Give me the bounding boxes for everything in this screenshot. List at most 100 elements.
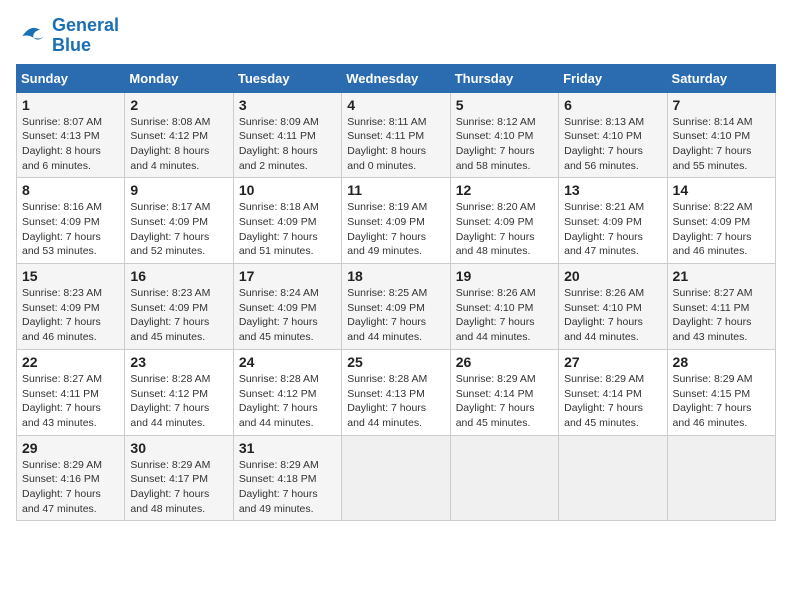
calendar-cell: 5 Sunrise: 8:12 AMSunset: 4:10 PMDayligh… bbox=[450, 92, 558, 178]
day-info: Sunrise: 8:28 AMSunset: 4:12 PMDaylight:… bbox=[239, 373, 319, 429]
calendar-cell: 22 Sunrise: 8:27 AMSunset: 4:11 PMDaylig… bbox=[17, 349, 125, 435]
calendar-cell: 14 Sunrise: 8:22 AMSunset: 4:09 PMDaylig… bbox=[667, 178, 775, 264]
weekday-header-row: SundayMondayTuesdayWednesdayThursdayFrid… bbox=[17, 64, 776, 92]
calendar-cell: 8 Sunrise: 8:16 AMSunset: 4:09 PMDayligh… bbox=[17, 178, 125, 264]
calendar-cell: 15 Sunrise: 8:23 AMSunset: 4:09 PMDaylig… bbox=[17, 264, 125, 350]
calendar-cell: 4 Sunrise: 8:11 AMSunset: 4:11 PMDayligh… bbox=[342, 92, 450, 178]
day-info: Sunrise: 8:21 AMSunset: 4:09 PMDaylight:… bbox=[564, 201, 644, 257]
day-number: 27 bbox=[564, 354, 661, 370]
calendar-cell: 2 Sunrise: 8:08 AMSunset: 4:12 PMDayligh… bbox=[125, 92, 233, 178]
calendar-cell: 17 Sunrise: 8:24 AMSunset: 4:09 PMDaylig… bbox=[233, 264, 341, 350]
day-info: Sunrise: 8:07 AMSunset: 4:13 PMDaylight:… bbox=[22, 116, 102, 172]
day-number: 24 bbox=[239, 354, 336, 370]
day-number: 29 bbox=[22, 440, 119, 456]
day-info: Sunrise: 8:28 AMSunset: 4:13 PMDaylight:… bbox=[347, 373, 427, 429]
calendar-cell: 31 Sunrise: 8:29 AMSunset: 4:18 PMDaylig… bbox=[233, 435, 341, 521]
day-number: 1 bbox=[22, 97, 119, 113]
day-info: Sunrise: 8:13 AMSunset: 4:10 PMDaylight:… bbox=[564, 116, 644, 172]
calendar-week-row: 8 Sunrise: 8:16 AMSunset: 4:09 PMDayligh… bbox=[17, 178, 776, 264]
day-number: 6 bbox=[564, 97, 661, 113]
calendar-cell: 25 Sunrise: 8:28 AMSunset: 4:13 PMDaylig… bbox=[342, 349, 450, 435]
calendar-cell: 13 Sunrise: 8:21 AMSunset: 4:09 PMDaylig… bbox=[559, 178, 667, 264]
calendar-cell: 10 Sunrise: 8:18 AMSunset: 4:09 PMDaylig… bbox=[233, 178, 341, 264]
calendar-cell: 27 Sunrise: 8:29 AMSunset: 4:14 PMDaylig… bbox=[559, 349, 667, 435]
day-number: 10 bbox=[239, 182, 336, 198]
weekday-header: Thursday bbox=[450, 64, 558, 92]
calendar-cell: 9 Sunrise: 8:17 AMSunset: 4:09 PMDayligh… bbox=[125, 178, 233, 264]
day-info: Sunrise: 8:19 AMSunset: 4:09 PMDaylight:… bbox=[347, 201, 427, 257]
day-number: 4 bbox=[347, 97, 444, 113]
logo: GeneralBlue bbox=[16, 16, 119, 56]
calendar-cell: 21 Sunrise: 8:27 AMSunset: 4:11 PMDaylig… bbox=[667, 264, 775, 350]
calendar-cell: 30 Sunrise: 8:29 AMSunset: 4:17 PMDaylig… bbox=[125, 435, 233, 521]
page-header: GeneralBlue bbox=[16, 16, 776, 56]
day-info: Sunrise: 8:09 AMSunset: 4:11 PMDaylight:… bbox=[239, 116, 319, 172]
calendar-cell bbox=[342, 435, 450, 521]
calendar-cell: 23 Sunrise: 8:28 AMSunset: 4:12 PMDaylig… bbox=[125, 349, 233, 435]
calendar-cell bbox=[450, 435, 558, 521]
day-number: 7 bbox=[673, 97, 770, 113]
day-info: Sunrise: 8:26 AMSunset: 4:10 PMDaylight:… bbox=[564, 287, 644, 343]
day-info: Sunrise: 8:26 AMSunset: 4:10 PMDaylight:… bbox=[456, 287, 536, 343]
weekday-header: Tuesday bbox=[233, 64, 341, 92]
calendar-cell: 12 Sunrise: 8:20 AMSunset: 4:09 PMDaylig… bbox=[450, 178, 558, 264]
day-info: Sunrise: 8:25 AMSunset: 4:09 PMDaylight:… bbox=[347, 287, 427, 343]
day-info: Sunrise: 8:29 AMSunset: 4:15 PMDaylight:… bbox=[673, 373, 753, 429]
logo-icon bbox=[16, 20, 48, 52]
day-number: 14 bbox=[673, 182, 770, 198]
day-number: 11 bbox=[347, 182, 444, 198]
day-number: 21 bbox=[673, 268, 770, 284]
day-number: 26 bbox=[456, 354, 553, 370]
weekday-header: Monday bbox=[125, 64, 233, 92]
day-number: 12 bbox=[456, 182, 553, 198]
day-number: 25 bbox=[347, 354, 444, 370]
calendar-cell bbox=[559, 435, 667, 521]
calendar-week-row: 15 Sunrise: 8:23 AMSunset: 4:09 PMDaylig… bbox=[17, 264, 776, 350]
logo-text: GeneralBlue bbox=[52, 16, 119, 56]
calendar-table: SundayMondayTuesdayWednesdayThursdayFrid… bbox=[16, 64, 776, 522]
day-number: 8 bbox=[22, 182, 119, 198]
calendar-cell: 20 Sunrise: 8:26 AMSunset: 4:10 PMDaylig… bbox=[559, 264, 667, 350]
day-number: 9 bbox=[130, 182, 227, 198]
day-number: 28 bbox=[673, 354, 770, 370]
day-number: 18 bbox=[347, 268, 444, 284]
calendar-cell: 19 Sunrise: 8:26 AMSunset: 4:10 PMDaylig… bbox=[450, 264, 558, 350]
day-info: Sunrise: 8:29 AMSunset: 4:16 PMDaylight:… bbox=[22, 459, 102, 515]
day-number: 15 bbox=[22, 268, 119, 284]
day-number: 17 bbox=[239, 268, 336, 284]
day-number: 31 bbox=[239, 440, 336, 456]
day-number: 3 bbox=[239, 97, 336, 113]
calendar-week-row: 1 Sunrise: 8:07 AMSunset: 4:13 PMDayligh… bbox=[17, 92, 776, 178]
calendar-cell: 24 Sunrise: 8:28 AMSunset: 4:12 PMDaylig… bbox=[233, 349, 341, 435]
day-number: 30 bbox=[130, 440, 227, 456]
calendar-cell: 1 Sunrise: 8:07 AMSunset: 4:13 PMDayligh… bbox=[17, 92, 125, 178]
day-info: Sunrise: 8:27 AMSunset: 4:11 PMDaylight:… bbox=[673, 287, 753, 343]
day-info: Sunrise: 8:08 AMSunset: 4:12 PMDaylight:… bbox=[130, 116, 210, 172]
day-info: Sunrise: 8:18 AMSunset: 4:09 PMDaylight:… bbox=[239, 201, 319, 257]
calendar-cell: 6 Sunrise: 8:13 AMSunset: 4:10 PMDayligh… bbox=[559, 92, 667, 178]
day-number: 13 bbox=[564, 182, 661, 198]
day-info: Sunrise: 8:11 AMSunset: 4:11 PMDaylight:… bbox=[347, 116, 426, 172]
day-info: Sunrise: 8:23 AMSunset: 4:09 PMDaylight:… bbox=[22, 287, 102, 343]
day-info: Sunrise: 8:16 AMSunset: 4:09 PMDaylight:… bbox=[22, 201, 102, 257]
day-info: Sunrise: 8:29 AMSunset: 4:14 PMDaylight:… bbox=[456, 373, 536, 429]
day-number: 5 bbox=[456, 97, 553, 113]
calendar-cell: 11 Sunrise: 8:19 AMSunset: 4:09 PMDaylig… bbox=[342, 178, 450, 264]
day-number: 22 bbox=[22, 354, 119, 370]
day-info: Sunrise: 8:17 AMSunset: 4:09 PMDaylight:… bbox=[130, 201, 210, 257]
day-number: 2 bbox=[130, 97, 227, 113]
calendar-cell: 18 Sunrise: 8:25 AMSunset: 4:09 PMDaylig… bbox=[342, 264, 450, 350]
calendar-cell: 3 Sunrise: 8:09 AMSunset: 4:11 PMDayligh… bbox=[233, 92, 341, 178]
day-info: Sunrise: 8:29 AMSunset: 4:14 PMDaylight:… bbox=[564, 373, 644, 429]
day-number: 23 bbox=[130, 354, 227, 370]
day-info: Sunrise: 8:14 AMSunset: 4:10 PMDaylight:… bbox=[673, 116, 753, 172]
calendar-cell: 7 Sunrise: 8:14 AMSunset: 4:10 PMDayligh… bbox=[667, 92, 775, 178]
day-info: Sunrise: 8:28 AMSunset: 4:12 PMDaylight:… bbox=[130, 373, 210, 429]
weekday-header: Saturday bbox=[667, 64, 775, 92]
day-number: 19 bbox=[456, 268, 553, 284]
day-info: Sunrise: 8:29 AMSunset: 4:18 PMDaylight:… bbox=[239, 459, 319, 515]
day-number: 20 bbox=[564, 268, 661, 284]
day-info: Sunrise: 8:12 AMSunset: 4:10 PMDaylight:… bbox=[456, 116, 536, 172]
day-info: Sunrise: 8:29 AMSunset: 4:17 PMDaylight:… bbox=[130, 459, 210, 515]
calendar-week-row: 29 Sunrise: 8:29 AMSunset: 4:16 PMDaylig… bbox=[17, 435, 776, 521]
